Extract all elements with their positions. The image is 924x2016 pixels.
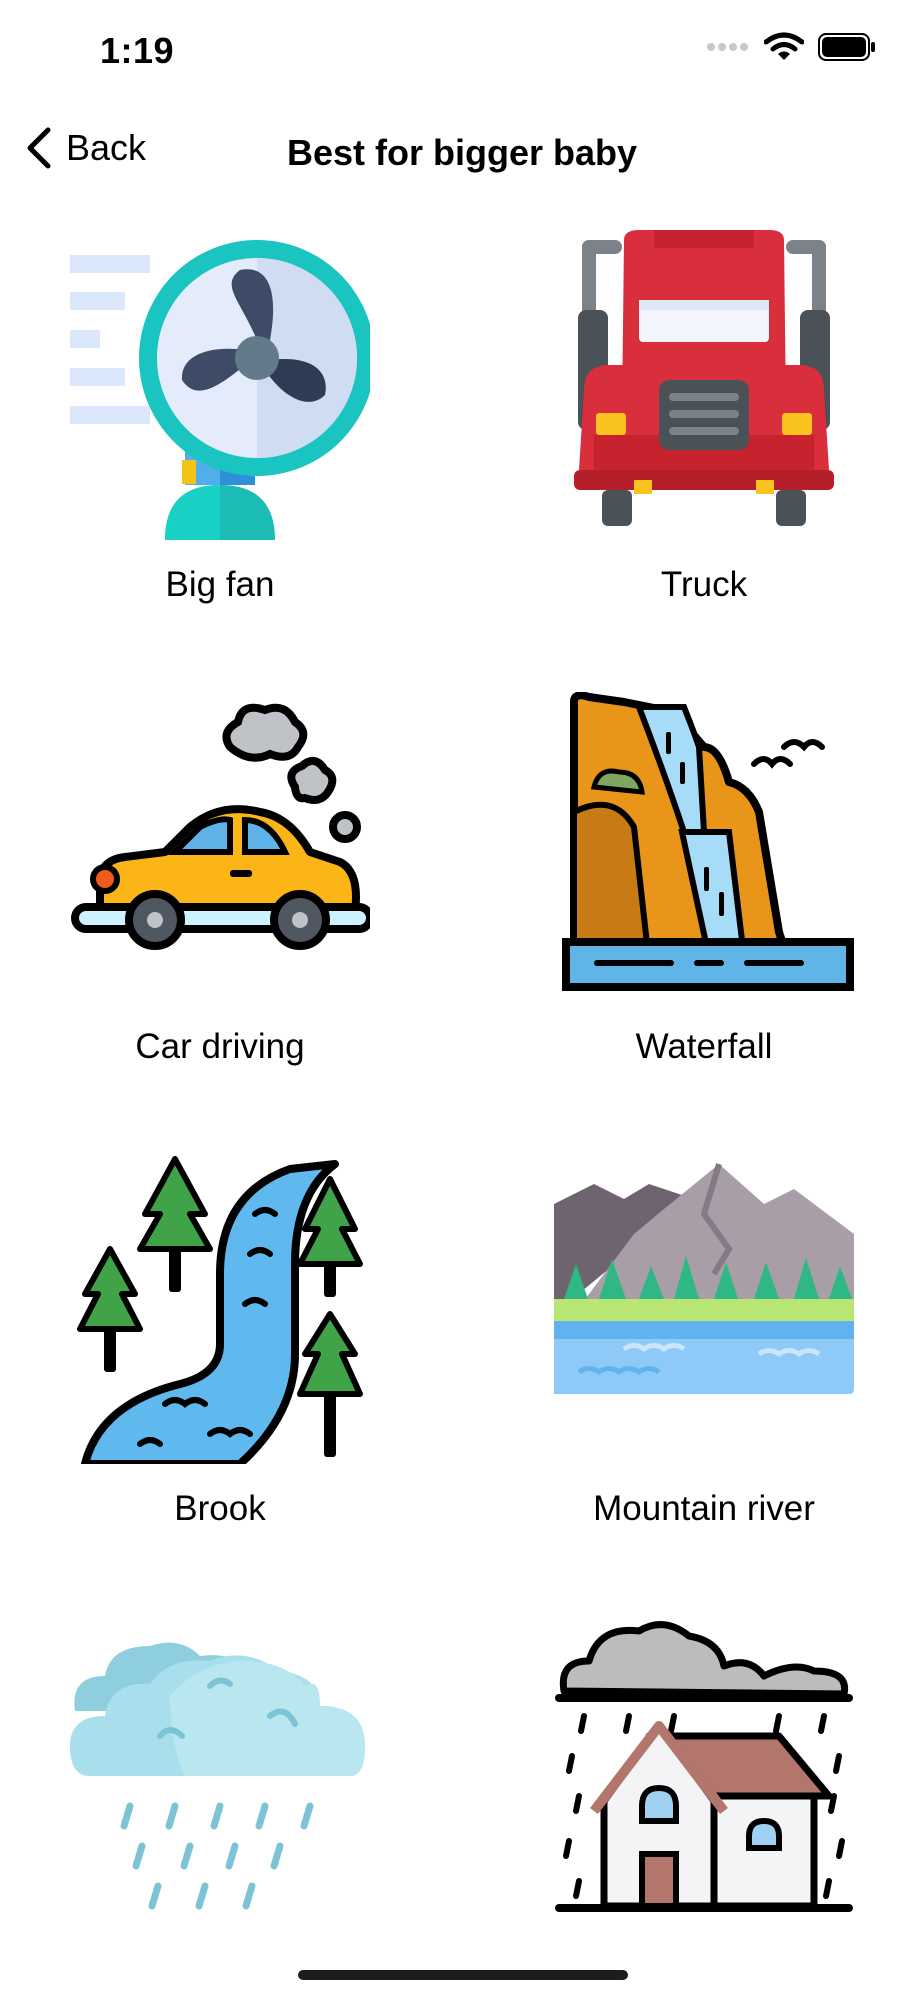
sound-tile-rain[interactable] [0, 1616, 440, 2016]
brook-icon [77, 1156, 363, 1464]
sound-label: Car driving [135, 1027, 305, 1066]
status-bar: 1:19 [0, 0, 924, 100]
truck-icon [574, 230, 834, 526]
signal-dots-icon [707, 43, 748, 51]
sound-label: Big fan [165, 565, 275, 604]
mountain-river-icon [554, 1163, 854, 1394]
status-icons [706, 32, 876, 62]
sound-tile-big-fan[interactable]: Big fan [0, 230, 440, 630]
home-indicator[interactable] [298, 1970, 628, 1980]
car-icon [71, 703, 370, 950]
sound-label: Waterfall [635, 1027, 773, 1066]
wifi-icon [764, 32, 804, 60]
fan-icon [70, 240, 370, 540]
sound-tile-brook[interactable]: Brook [0, 1154, 440, 1554]
sound-label: Truck [660, 565, 748, 604]
waterfall-icon [562, 692, 854, 991]
sound-tile-rain-house[interactable] [484, 1616, 924, 2016]
status-time: 1:19 [100, 30, 175, 71]
sound-tile-waterfall[interactable]: Waterfall [484, 692, 924, 1092]
rain-cloud-icon [70, 1642, 365, 1910]
battery-icon [818, 33, 875, 61]
page-title: Best for bigger baby [286, 132, 638, 173]
sound-tile-car-driving[interactable]: Car driving [0, 692, 440, 1092]
rain-house-icon [555, 1621, 853, 1912]
sound-label: Mountain river [593, 1489, 815, 1528]
sound-tile-truck[interactable]: Truck [484, 230, 924, 630]
sound-tile-mountain-river[interactable]: Mountain river [484, 1154, 924, 1554]
nav-bar: Back Best for bigger baby [0, 110, 924, 190]
sound-label: Brook [174, 1489, 266, 1528]
